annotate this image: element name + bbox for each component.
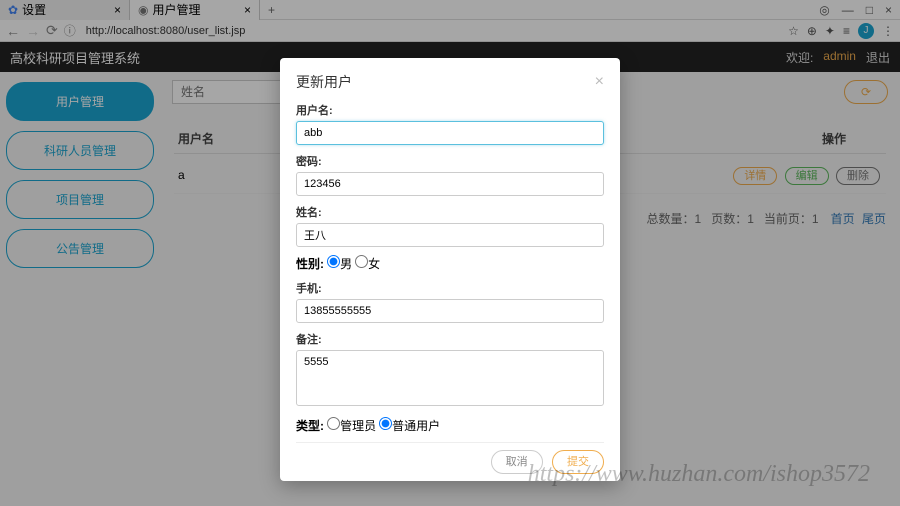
modal-close-icon[interactable]: × — [595, 73, 604, 91]
cancel-button[interactable]: 取消 — [491, 450, 543, 474]
remark-label: 备注: — [296, 331, 604, 347]
type-normal-radio[interactable] — [379, 417, 392, 430]
name-input[interactable] — [296, 223, 604, 247]
gender-label: 性别: — [296, 257, 324, 271]
name-label: 姓名: — [296, 204, 604, 220]
phone-label: 手机: — [296, 280, 604, 296]
gender-female-radio[interactable] — [355, 255, 368, 268]
password-label: 密码: — [296, 153, 604, 169]
gender-male-radio[interactable] — [327, 255, 340, 268]
remark-input[interactable]: 5555 — [296, 350, 604, 406]
update-user-modal: 更新用户 × 用户名: 密码: 姓名: 性别: 男 女 手机: 备注: 5555 — [280, 58, 620, 481]
username-label: 用户名: — [296, 102, 604, 118]
modal-backdrop[interactable]: 更新用户 × 用户名: 密码: 姓名: 性别: 男 女 手机: 备注: 5555 — [0, 0, 900, 506]
modal-title: 更新用户 — [296, 72, 352, 92]
type-admin-radio[interactable] — [327, 417, 340, 430]
phone-input[interactable] — [296, 299, 604, 323]
submit-button[interactable]: 提交 — [552, 450, 604, 474]
password-input[interactable] — [296, 172, 604, 196]
username-input[interactable] — [296, 121, 604, 145]
type-label: 类型: — [296, 419, 324, 433]
